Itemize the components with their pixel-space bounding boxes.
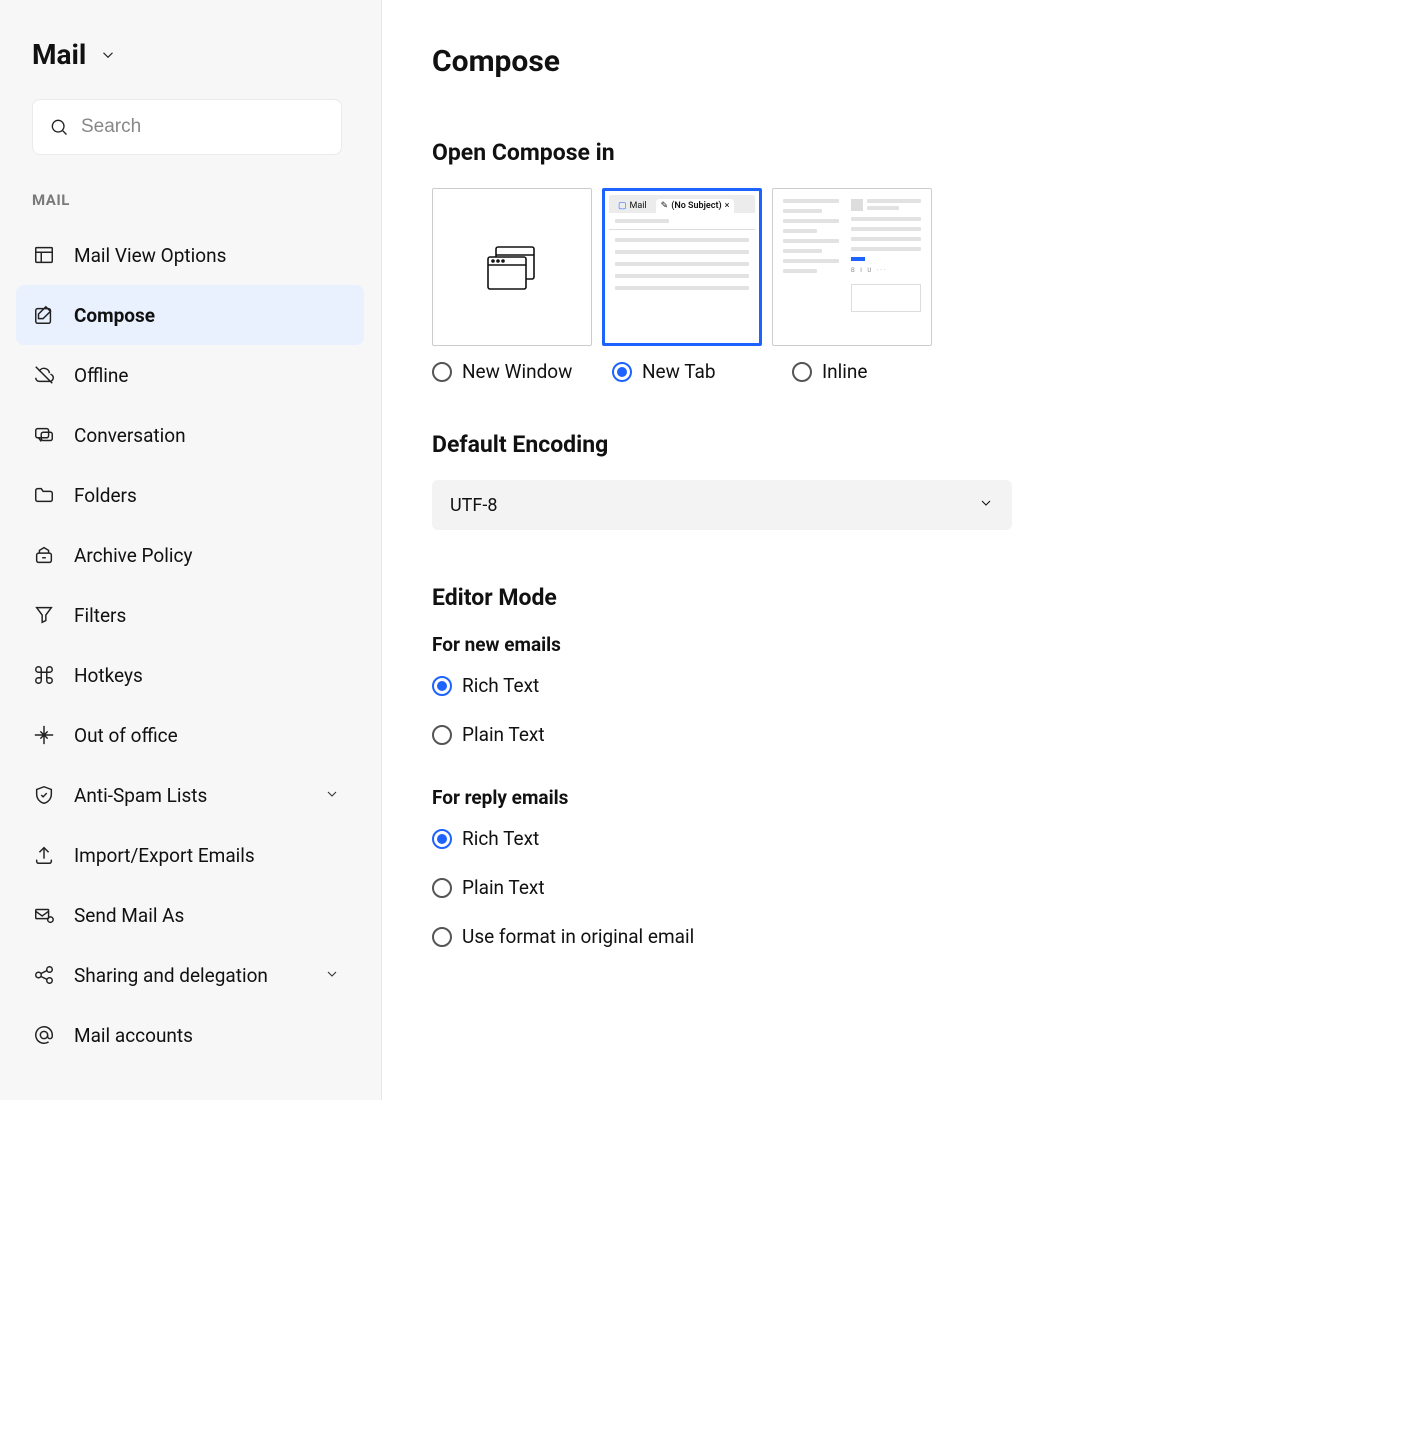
radio-new-rich-text[interactable]: Rich Text [432,674,1030,697]
nav-item-offline[interactable]: Offline [16,345,364,405]
radio-label: Rich Text [462,674,539,697]
radio-label: Use format in original email [462,925,694,948]
radio-icon [432,676,452,696]
command-icon [32,663,56,687]
nav-item-label: Out of office [74,724,178,747]
nav-item-archive-policy[interactable]: Archive Policy [16,525,364,585]
nav-item-label: Mail accounts [74,1024,193,1047]
windows-icon [484,241,540,293]
nav-item-label: Conversation [74,424,186,447]
nav-list: Mail View Options Compose Offline Conver… [32,225,363,1065]
radio-icon [432,829,452,849]
chevron-down-icon [96,43,120,67]
radio-reply-rich-text[interactable]: Rich Text [432,827,1030,850]
radio-icon [432,927,452,947]
radio-icon [432,878,452,898]
chat-icon [32,423,56,447]
radio-new-plain-text[interactable]: Plain Text [432,723,1030,746]
radio-icon [432,725,452,745]
radio-label: Plain Text [462,723,545,746]
new-emails-radios: Rich Text Plain Text [432,674,1030,746]
radio-new-tab[interactable]: New Tab [612,360,782,383]
radio-icon [432,362,452,382]
archive-icon [32,543,56,567]
editor-mode-title: Editor Mode [432,584,1030,611]
radio-icon [792,362,812,382]
nav-item-filters[interactable]: Filters [16,585,364,645]
nav-item-label: Filters [74,604,126,627]
nav-item-send-mail-as[interactable]: Send Mail As [16,885,364,945]
nav-item-label: Folders [74,484,137,507]
cloud-off-icon [32,363,56,387]
for-reply-emails-label: For reply emails [432,786,1030,809]
nav-item-sharing-delegation[interactable]: Sharing and delegation [16,945,364,1005]
sidebar-header[interactable]: Mail [32,38,363,71]
funnel-icon [32,603,56,627]
nav-item-label: Sharing and delegation [74,964,268,987]
radio-label: Inline [822,360,867,383]
nav-item-label: Mail View Options [74,244,226,267]
nav-item-conversation[interactable]: Conversation [16,405,364,465]
search-input[interactable] [81,116,327,138]
nav-item-mail-view-options[interactable]: Mail View Options [16,225,364,285]
radio-label: Rich Text [462,827,539,850]
open-compose-in-cards: ▢Mail ✎(No Subject)× B I U ··· [432,188,1030,346]
shield-icon [32,783,56,807]
layout-icon [32,243,56,267]
nav-item-label: Archive Policy [74,544,192,567]
sidebar-section-label: MAIL [32,191,363,209]
compose-icon [32,303,56,327]
nav-item-folders[interactable]: Folders [16,465,364,525]
main-content: Compose Open Compose in ▢Mail ✎(No Subje… [382,0,1080,1100]
reply-emails-radios: Rich Text Plain Text Use format in origi… [432,827,1030,948]
nav-item-label: Offline [74,364,128,387]
nav-item-label: Anti-Spam Lists [74,784,207,807]
nav-item-anti-spam-lists[interactable]: Anti-Spam Lists [16,765,364,825]
nav-item-label: Send Mail As [74,904,184,927]
nav-item-out-of-office[interactable]: Out of office [16,705,364,765]
open-compose-card-inline[interactable]: B I U ··· [772,188,932,346]
nav-item-label: Hotkeys [74,664,143,687]
radio-label: Plain Text [462,876,545,899]
radio-inline[interactable]: Inline [792,360,962,383]
at-icon [32,1023,56,1047]
nav-item-compose[interactable]: Compose [16,285,364,345]
airplane-icon [32,723,56,747]
chevron-down-icon [978,495,994,516]
sidebar: Mail MAIL Mail View Options Compose Offl… [0,0,382,1100]
open-compose-card-new-window[interactable] [432,188,592,346]
for-new-emails-label: For new emails [432,633,1030,656]
encoding-select[interactable]: UTF-8 [432,480,1012,530]
nav-item-import-export[interactable]: Import/Export Emails [16,825,364,885]
radio-new-window[interactable]: New Window [432,360,602,383]
sidebar-title: Mail [32,38,86,71]
chevron-down-icon [324,964,340,987]
nav-item-label: Import/Export Emails [74,844,255,867]
share-icon [32,963,56,987]
folder-icon [32,483,56,507]
search-box[interactable] [32,99,342,155]
open-compose-in-title: Open Compose in [432,139,1030,166]
radio-reply-original-format[interactable]: Use format in original email [432,925,1030,948]
radio-label: New Window [462,360,572,383]
tab-nosubject-label: (No Subject) [671,201,721,211]
radio-label: New Tab [642,360,716,383]
encoding-value: UTF-8 [450,495,497,516]
import-icon [32,843,56,867]
nav-item-label: Compose [74,304,155,327]
nav-item-mail-accounts[interactable]: Mail accounts [16,1005,364,1065]
open-compose-in-radios: New Window New Tab Inline [432,360,1030,383]
nav-item-hotkeys[interactable]: Hotkeys [16,645,364,705]
radio-reply-plain-text[interactable]: Plain Text [432,876,1030,899]
default-encoding-title: Default Encoding [432,431,1030,458]
radio-icon [612,362,632,382]
page-title: Compose [432,44,1030,79]
chevron-down-icon [324,784,340,807]
send-as-icon [32,903,56,927]
search-icon [47,115,71,139]
open-compose-card-new-tab[interactable]: ▢Mail ✎(No Subject)× [602,188,762,346]
tab-mail-label: Mail [630,201,647,211]
